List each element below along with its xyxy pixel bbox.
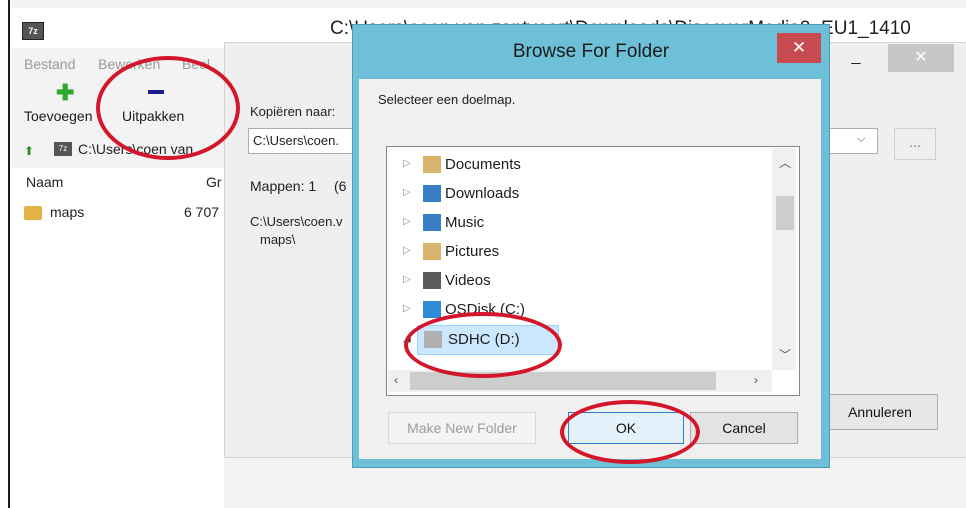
os-disk-icon xyxy=(423,301,441,318)
tree-item-pictures[interactable]: ▷ Pictures xyxy=(387,238,771,266)
videos-folder-icon xyxy=(423,272,441,289)
tree-item-music[interactable]: ▷ Music xyxy=(387,209,771,237)
extract-close-button[interactable]: ✕ xyxy=(888,44,954,72)
documents-folder-icon xyxy=(423,156,441,173)
extract-minus-icon[interactable] xyxy=(148,90,164,94)
expand-arrow-icon[interactable]: ▷ xyxy=(403,187,411,198)
horizontal-scroll-thumb[interactable] xyxy=(410,372,716,390)
column-size[interactable]: Gr xyxy=(206,174,222,190)
tree-item-sdhc[interactable]: SDHC (D:) xyxy=(417,325,559,355)
folders-count: Mappen: 1 xyxy=(250,178,317,194)
collapse-arrow-icon[interactable]: ◢ xyxy=(403,333,411,344)
cancel-button[interactable]: Cancel xyxy=(690,412,798,444)
tree-item-osdisk[interactable]: ▷ OSDisk (C:) xyxy=(387,296,771,324)
tree-label: OSDisk (C:) xyxy=(445,301,525,318)
tree-label: Downloads xyxy=(445,185,520,202)
vertical-scroll-thumb[interactable] xyxy=(776,196,794,230)
address-bar[interactable]: ⬆ 7z C:\Users\coen van.. xyxy=(10,138,224,164)
up-arrow-icon[interactable]: ⬆ xyxy=(24,144,34,158)
app-icon: 7z xyxy=(22,22,44,40)
make-new-folder-button[interactable]: Make New Folder xyxy=(388,412,536,444)
tree-label-selected: SDHC (D:) xyxy=(448,331,520,348)
file-list: Naam Gr maps 6 707 xyxy=(10,168,224,508)
path-text: C:\Users\coen van.. xyxy=(78,141,201,157)
dialog-close-button[interactable]: ✕ xyxy=(777,33,821,63)
downloads-folder-icon xyxy=(423,185,441,202)
expand-arrow-icon[interactable]: ▷ xyxy=(403,245,411,256)
expand-arrow-icon[interactable]: ▷ xyxy=(403,303,411,314)
menu-bestand[interactable]: Bestand xyxy=(24,56,75,72)
expand-arrow-icon[interactable]: ▷ xyxy=(403,216,411,227)
folder-tree[interactable]: ▷ Documents ▷ Downloads ▷ Music ▷ Pictur… xyxy=(386,146,800,396)
folder-icon xyxy=(24,206,42,220)
tree-item-documents[interactable]: ▷ Documents xyxy=(387,151,771,179)
column-name[interactable]: Naam xyxy=(26,174,63,190)
pictures-folder-icon xyxy=(423,243,441,260)
annuleren-button[interactable]: Annuleren xyxy=(822,394,938,430)
target-path-line2: maps\ xyxy=(260,232,296,247)
tree-item-videos[interactable]: ▷ Videos xyxy=(387,267,771,295)
file-size: 6 707 xyxy=(184,204,220,220)
archive-icon: 7z xyxy=(54,142,72,156)
ok-button[interactable]: OK xyxy=(568,412,684,444)
file-name: maps xyxy=(50,204,85,220)
tree-item-downloads[interactable]: ▷ Downloads xyxy=(387,180,771,208)
tree-label: Pictures xyxy=(445,243,500,260)
dialog-prompt: Selecteer een doelmap. xyxy=(378,92,516,107)
copy-to-value: C:\Users\coen. xyxy=(253,133,339,148)
chevron-down-icon[interactable]: ⌵ xyxy=(857,133,865,146)
menu-beeld[interactable]: Beel xyxy=(182,56,210,72)
scroll-left-icon[interactable]: ‹ xyxy=(394,373,398,387)
tree-label: Music xyxy=(445,214,485,231)
menu-bewerken[interactable]: Bewerken xyxy=(98,56,160,72)
dialog-title: Browse For Folder xyxy=(512,41,670,62)
menu-bar: Bestand Bewerken Beel xyxy=(10,54,224,78)
list-item[interactable]: maps 6 707 xyxy=(20,202,224,224)
target-path-line1: C:\Users\coen.v xyxy=(250,214,343,229)
minimize-button[interactable]: _ xyxy=(846,48,866,68)
expand-arrow-icon[interactable]: ▷ xyxy=(403,158,411,169)
scroll-right-icon[interactable]: › xyxy=(754,373,758,387)
add-plus-icon[interactable]: ✚ xyxy=(56,82,74,104)
add-button[interactable]: Toevoegen xyxy=(24,108,93,124)
browse-button[interactable]: ... xyxy=(894,128,936,160)
tree-label: Videos xyxy=(445,272,491,289)
expand-arrow-icon[interactable]: ▷ xyxy=(403,274,411,285)
tree-label: Documents xyxy=(445,156,521,173)
vertical-scrollbar[interactable]: ︿ ﹀ xyxy=(772,148,796,370)
sd-card-icon xyxy=(424,331,442,348)
copy-to-label: Kopiëren naar: xyxy=(250,104,336,119)
folders-extra: (6 xyxy=(334,178,347,194)
extract-button[interactable]: Uitpakken xyxy=(122,108,184,124)
scroll-down-icon[interactable]: ﹀ xyxy=(779,346,791,363)
music-folder-icon xyxy=(423,214,441,231)
scroll-up-icon[interactable]: ︿ xyxy=(779,154,791,171)
